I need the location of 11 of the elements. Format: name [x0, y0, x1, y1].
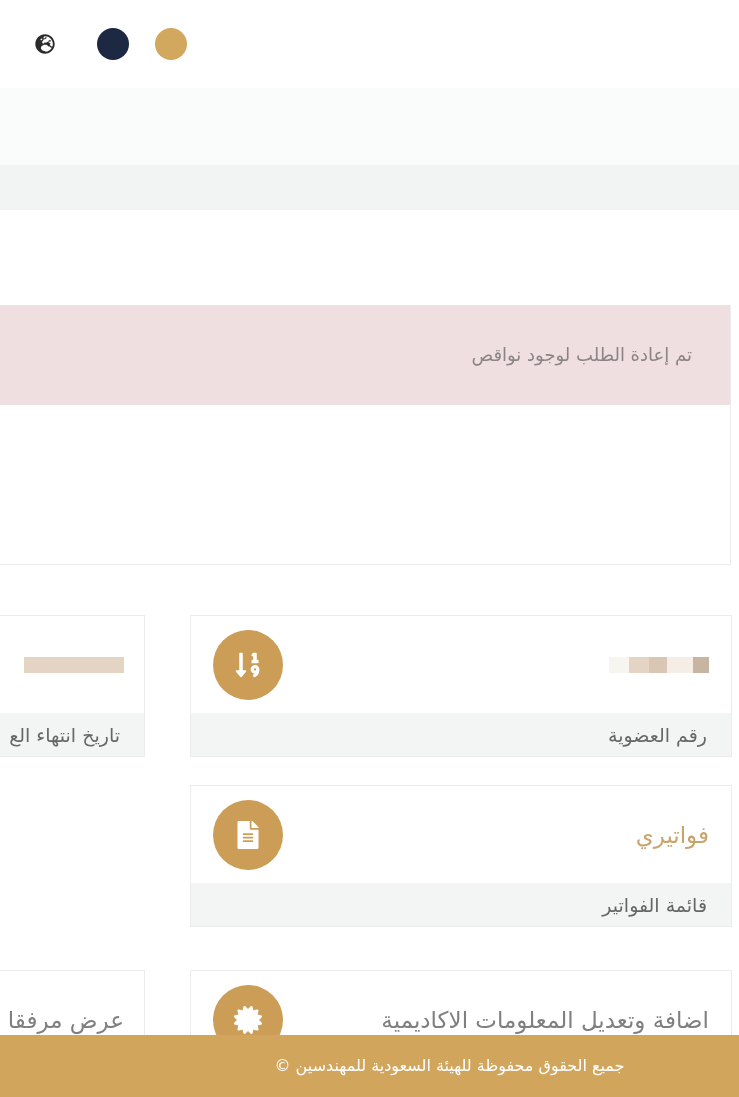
card-label: تاريخ انتهاء الع [9, 722, 120, 747]
card-title[interactable]: فواتيري [635, 821, 709, 848]
globe-icon[interactable] [35, 34, 55, 54]
card-title[interactable]: اضافة وتعديل المعلومات الاكاديمية [381, 1006, 709, 1033]
card-label: قائمة الفواتير [602, 892, 707, 917]
card-title[interactable]: عرض مرفقا [7, 1006, 124, 1033]
theme-swatch-icon[interactable] [97, 28, 129, 60]
theme-swatch-icon[interactable] [155, 28, 187, 60]
copyright-text: جميع الحقوق محفوظة للهيئة السعودية للمهندسين © [274, 1055, 625, 1077]
notice-text: تم إعادة الطلب لوجود نواقص [471, 343, 692, 367]
card-label: رقم العضوية [608, 722, 707, 747]
